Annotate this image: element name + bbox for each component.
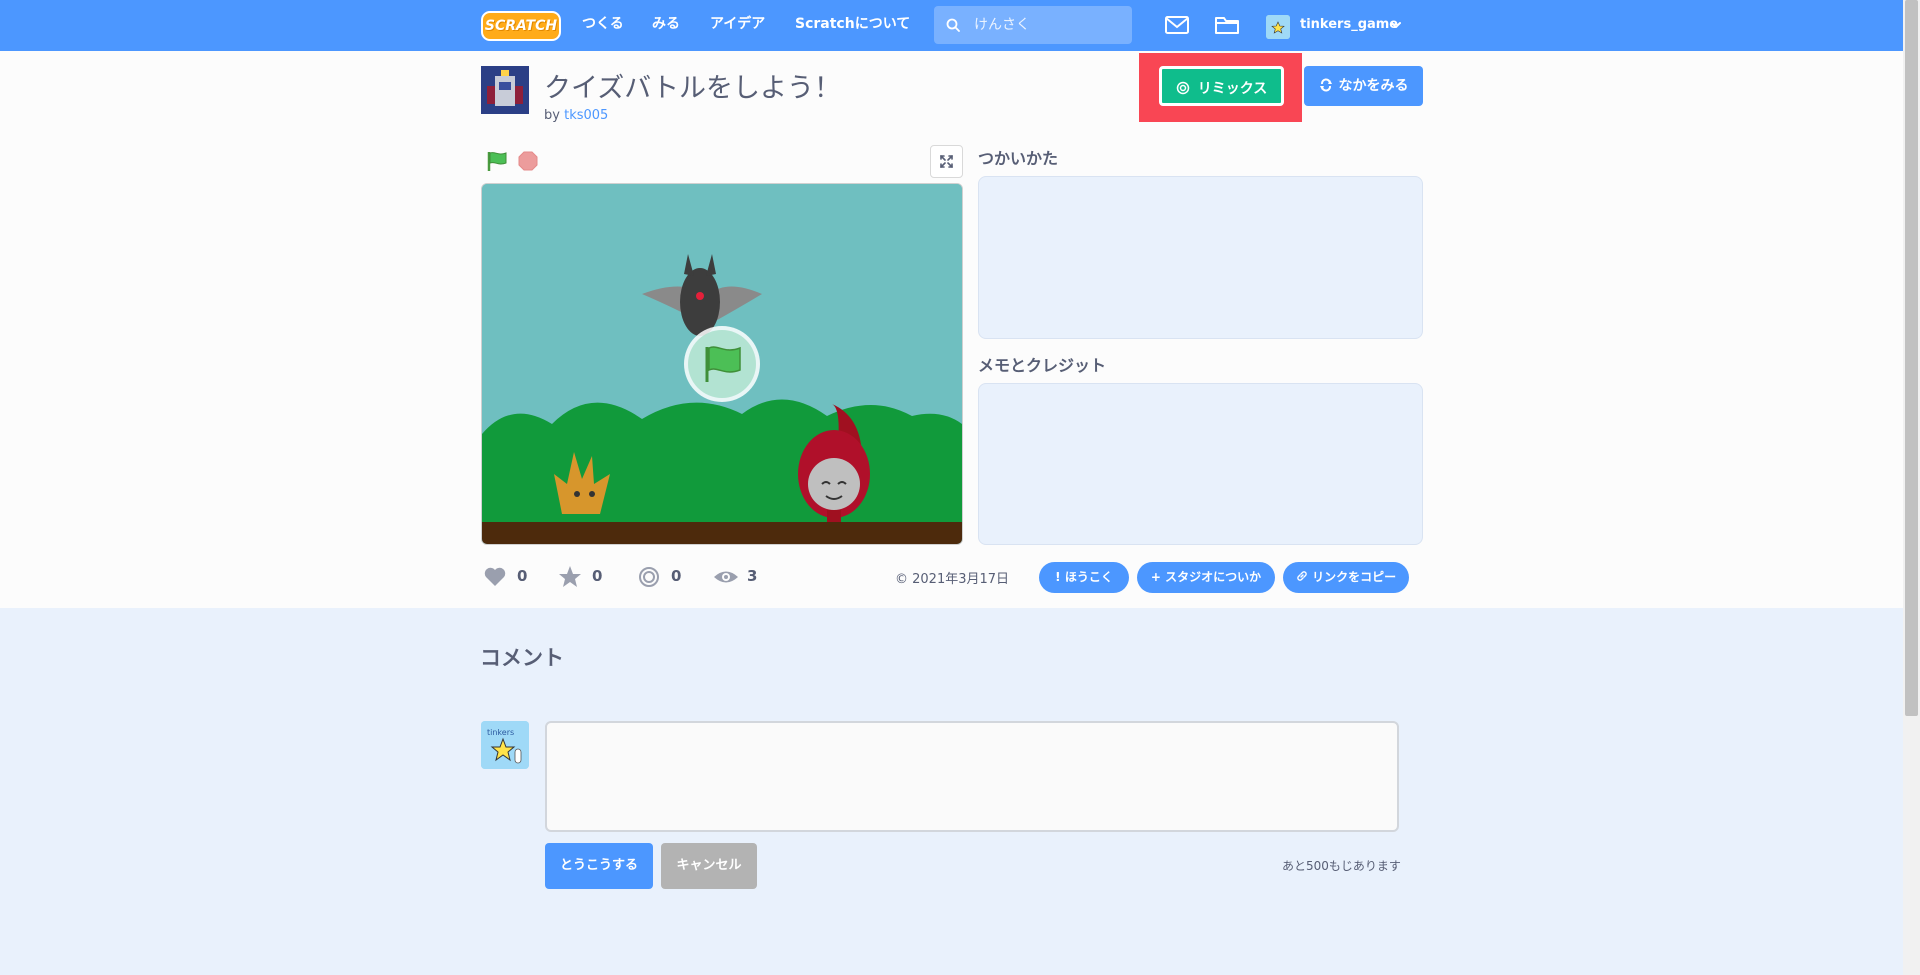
instructions-box[interactable] [978,176,1423,339]
add-to-studio-label: スタジオについか [1165,570,1262,584]
nav-explore-link[interactable]: みる [652,0,680,51]
copy-link-label: リンクをコピー [1312,570,1397,584]
remix-count: 0 [671,567,682,585]
top-nav-bar: SCRATCH つくる みる アイデア Scratchについて tinkers_… [0,0,1920,51]
search-icon [946,18,960,32]
remix-count-icon [639,567,659,587]
see-inside-icon [1319,78,1332,92]
remix-label: リミックス [1197,81,1268,97]
notes-credits-heading: メモとクレジット [978,356,1107,375]
report-label: ほうこく [1064,570,1113,584]
username-label[interactable]: tinkers_game [1300,0,1398,50]
post-comment-button[interactable]: とうこうする [545,843,653,889]
view-count: 3 [747,567,758,585]
star-icon [559,566,581,587]
stage-scene [482,184,962,544]
copy-link-button[interactable]: リンクをコピー [1283,562,1409,593]
notes-credits-box[interactable] [978,383,1423,545]
nav-about-link[interactable]: Scratchについて [795,0,910,51]
svg-text:tinkers: tinkers [487,728,514,737]
favorite-count: 0 [592,567,603,585]
fullscreen-icon [940,155,953,168]
shared-date: © 2021年3月17日 [895,568,1009,587]
instructions-heading: つかいかた [978,149,1059,168]
remix-icon [1176,81,1189,95]
comments-heading: コメント [480,646,564,670]
heart-icon [484,567,506,586]
messages-icon[interactable] [1164,14,1190,36]
search-input[interactable] [974,6,1124,44]
comment-textarea[interactable] [545,721,1399,832]
plus-icon: + [1150,570,1161,584]
remix-button[interactable]: リミックス [1159,66,1284,106]
search-bar [934,6,1132,44]
byline-prefix: by [544,108,560,123]
user-avatar[interactable] [1266,15,1290,39]
nav-create-link[interactable]: つくる [582,0,624,51]
comment-user-avatar: tinkers [481,721,529,769]
report-button[interactable]: ! ほうこく [1039,562,1129,593]
copyright-icon: © [895,572,908,587]
project-stage[interactable] [481,183,963,545]
green-flag-icon[interactable] [486,150,508,172]
stop-sign-icon[interactable] [518,151,538,171]
cancel-comment-button[interactable]: キャンセル [661,843,757,889]
project-byline: by tks005 [544,108,608,123]
shared-date-text: 2021年3月17日 [912,572,1010,587]
author-link[interactable]: tks005 [564,108,608,123]
stage-start-flag-icon [684,326,760,402]
nav-ideas-link[interactable]: アイデア [710,0,765,51]
project-title: クイズバトルをしよう！ [544,73,841,104]
eye-icon [714,571,738,583]
add-to-studio-button[interactable]: + スタジオについか [1137,562,1275,593]
fullscreen-button[interactable] [930,145,963,178]
scratch-logo[interactable]: SCRATCH [481,11,561,41]
characters-remaining: あと500もじあります [1282,859,1401,873]
see-inside-label: なかをみる [1338,78,1409,94]
project-author-thumbnail[interactable] [481,66,529,114]
my-stuff-folder-icon[interactable] [1214,14,1240,36]
chevron-down-icon[interactable] [1390,19,1402,31]
page-scrollbar-thumb[interactable] [1905,0,1918,716]
exclamation-icon: ! [1055,570,1061,584]
see-inside-button[interactable]: なかをみる [1304,66,1423,106]
love-count: 0 [517,567,528,585]
link-icon [1297,571,1307,581]
